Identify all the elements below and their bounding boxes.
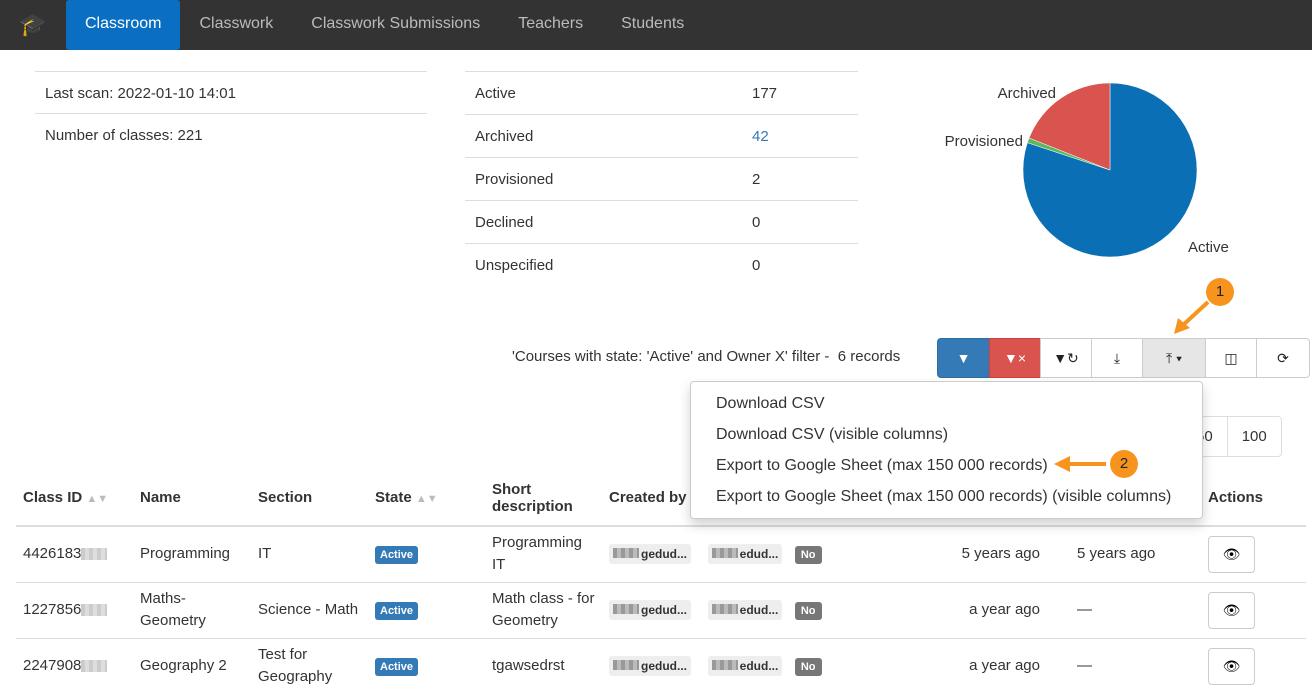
callout-arrows — [1054, 300, 1210, 472]
arrow-1 — [1180, 300, 1210, 328]
arrow-2-head — [1054, 456, 1070, 472]
